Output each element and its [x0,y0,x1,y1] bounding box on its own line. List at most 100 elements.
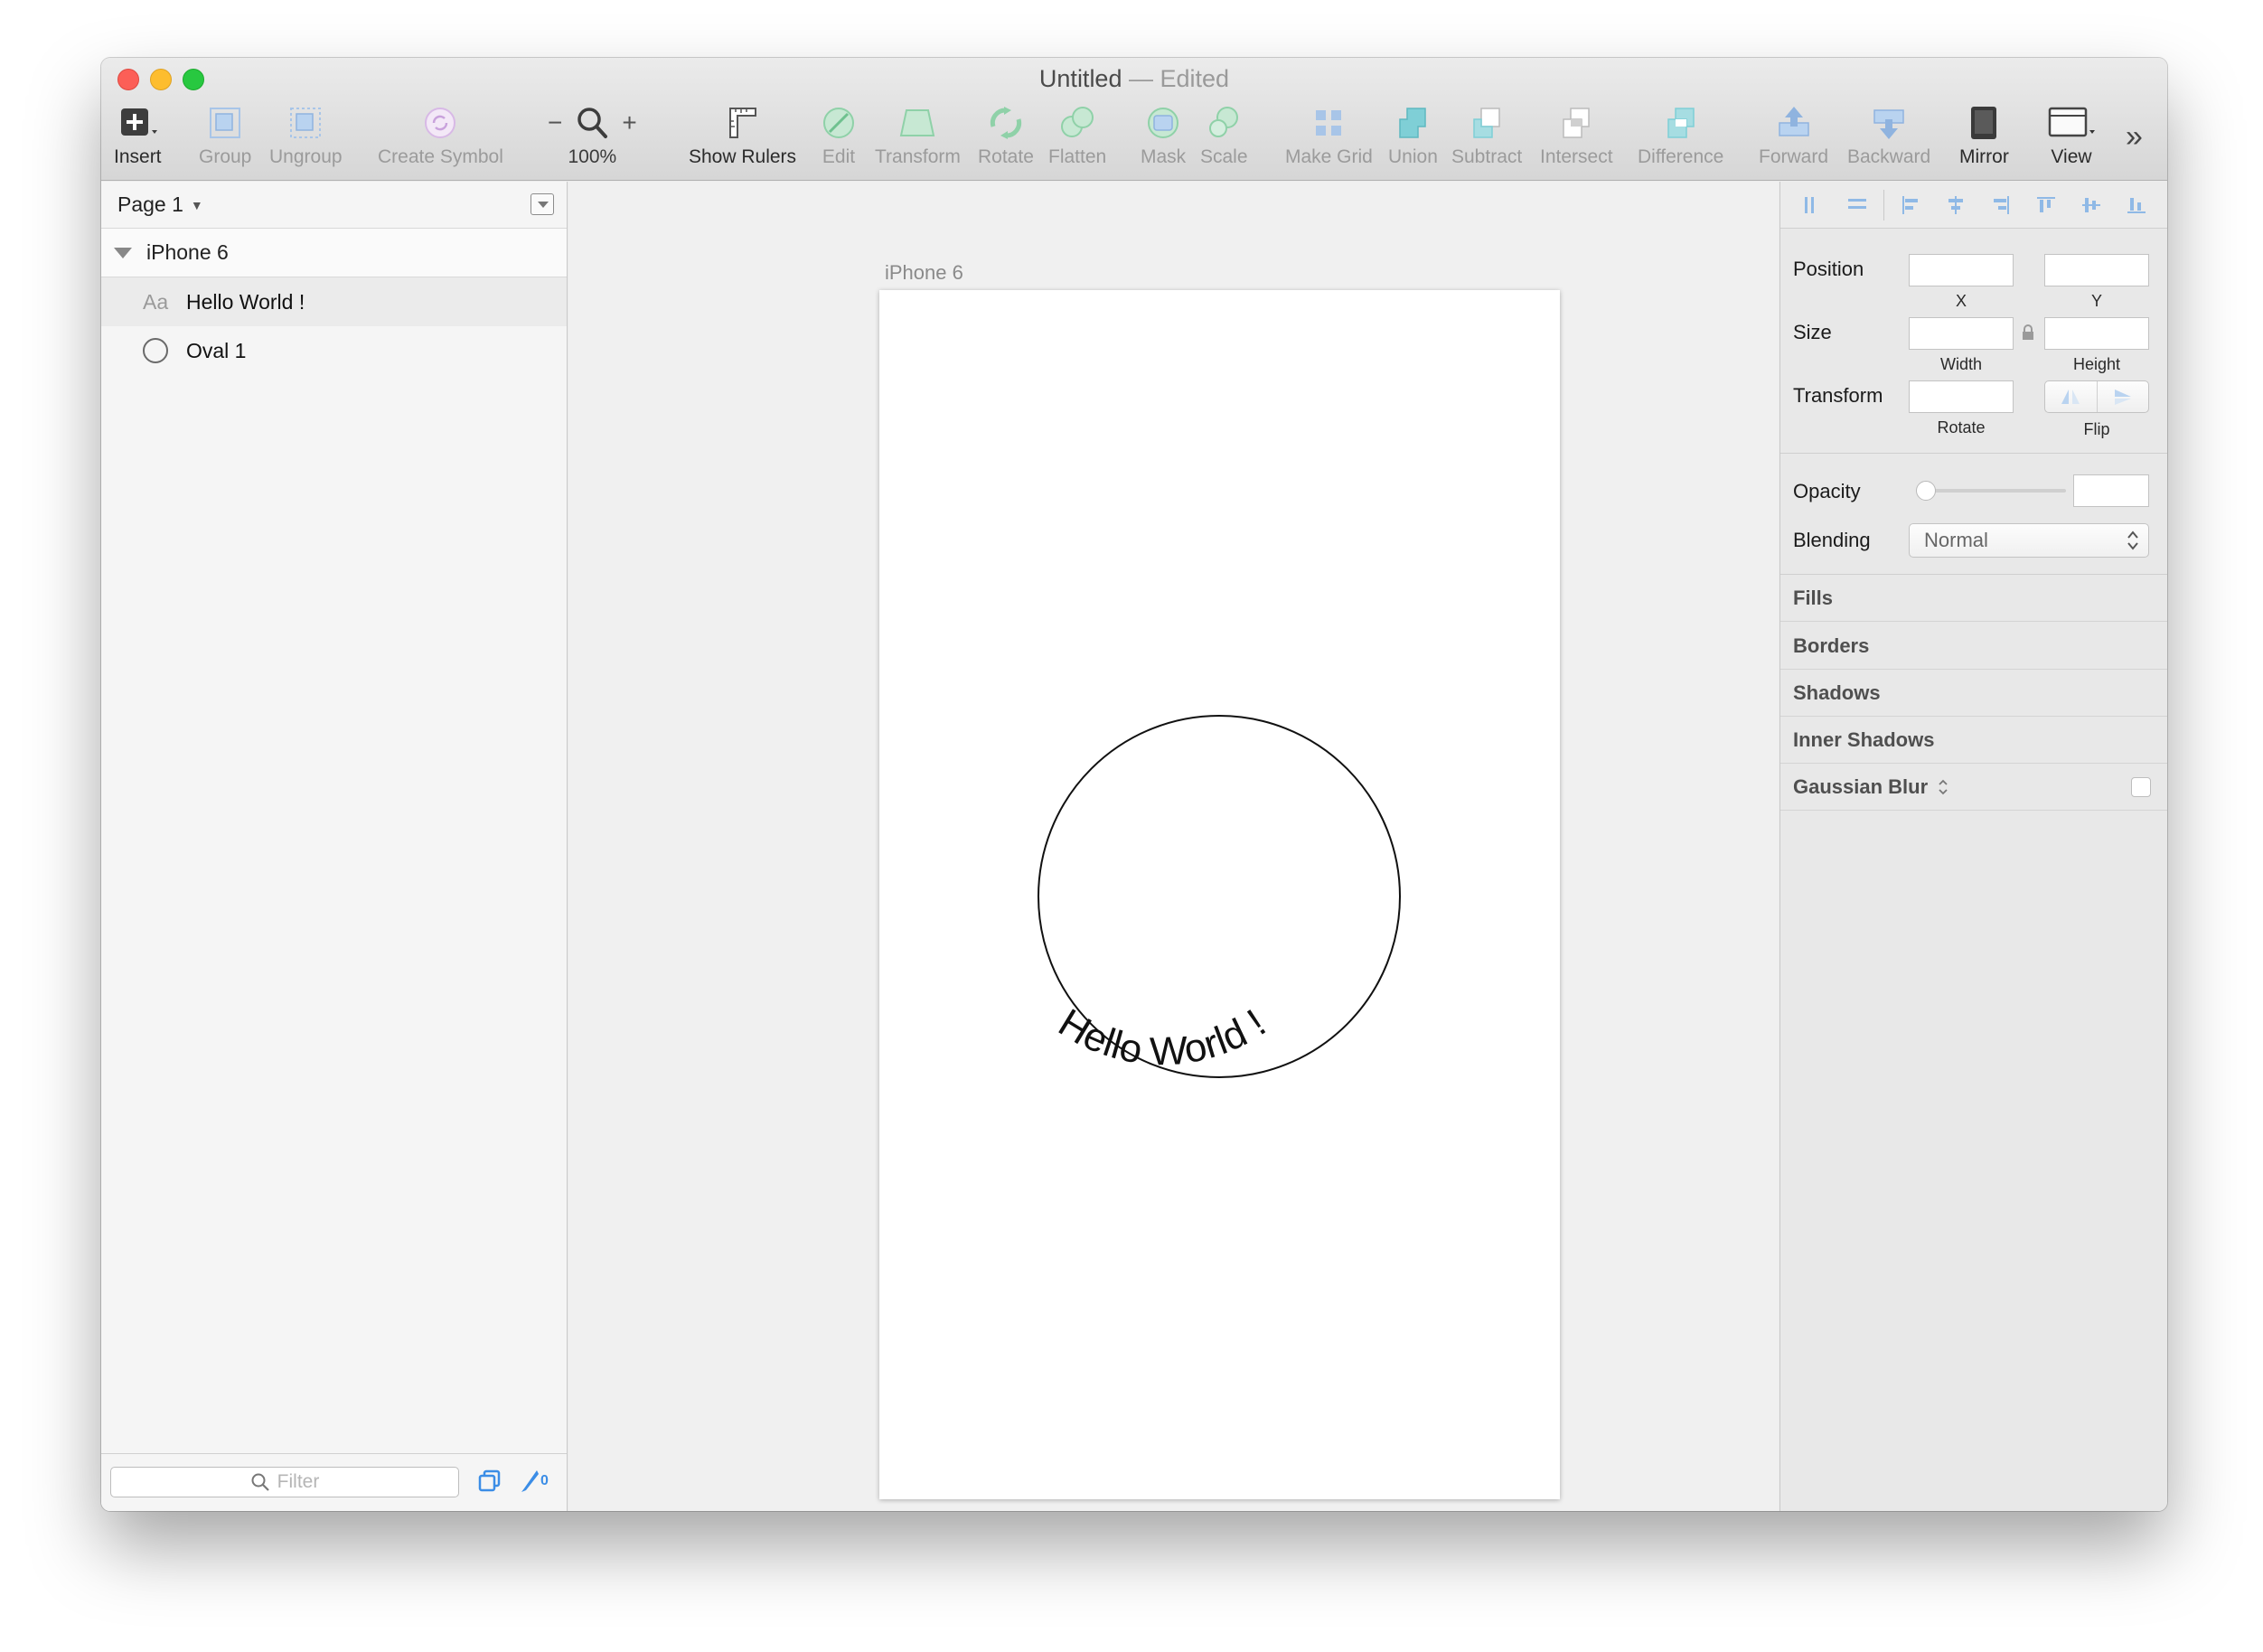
view-button[interactable]: View [2046,101,2097,168]
backward-icon [1869,101,1909,145]
layer-row-text[interactable]: Aa Hello World ! [101,277,567,326]
difference-label: Difference [1638,146,1724,167]
group-label: Group [199,146,252,167]
backward-label: Backward [1847,146,1931,167]
disclosure-triangle-icon[interactable] [114,247,132,258]
flip-label: Flip [2083,420,2110,438]
align-middle-vertical-icon[interactable] [2069,182,2114,229]
group-icon [205,101,245,145]
flatten-button[interactable]: Flatten [1048,101,1106,168]
scale-button[interactable]: Scale [1200,101,1248,168]
align-right-icon[interactable] [1978,182,2024,229]
flatten-label: Flatten [1048,146,1107,167]
section-title: Fills [1793,586,1834,609]
filter-input[interactable]: Filter [110,1467,459,1497]
insert-button[interactable]: Insert [114,101,162,168]
show-rulers-button[interactable]: Show Rulers [689,101,796,168]
view-label: View [2051,146,2092,167]
position-y-field[interactable] [2044,254,2149,286]
rotate-button[interactable]: Rotate [978,101,1034,168]
position-label: Position [1793,258,1864,280]
flip-horizontal-button[interactable] [2045,381,2098,412]
position-x-field[interactable] [1909,254,2014,286]
size-label: Size [1793,321,1832,343]
distribute-horizontal-icon[interactable] [1789,182,1835,229]
flip-vertical-button[interactable] [2098,381,2149,412]
rotate-label: Rotate [978,146,1034,167]
union-label: Union [1388,146,1438,167]
show-rulers-label: Show Rulers [689,146,797,167]
create-symbol-label: Create Symbol [378,146,503,167]
gaussian-blur-checkbox[interactable] [2131,777,2151,797]
difference-icon [1661,101,1701,145]
make-grid-button[interactable]: Make Grid [1285,101,1373,168]
edit-button[interactable]: Edit [819,101,859,168]
chevron-down-icon: ▼ [190,197,203,212]
inner-shadows-section-header[interactable]: Inner Shadows [1780,717,2167,764]
mask-button[interactable]: Mask [1141,101,1186,168]
gaussian-blur-section-header[interactable]: Gaussian Blur [1780,764,2167,811]
mirror-button[interactable]: Mirror [1959,101,2009,168]
intersect-button[interactable]: Intersect [1540,101,1613,168]
layer-row-oval[interactable]: Oval 1 [101,326,567,375]
curved-text: Hello World ! [1051,1000,1273,1075]
flip-buttons [2044,380,2149,413]
subtract-button[interactable]: Subtract [1451,101,1522,168]
toolbar-overflow-chevron-icon[interactable]: » [2126,119,2143,155]
height-field[interactable] [2044,317,2149,350]
rotate-label: Rotate [1937,418,1986,436]
artboard[interactable]: Hello World ! [879,290,1560,1499]
magnifier-icon [577,108,608,138]
group-button[interactable]: Group [199,101,251,168]
opacity-slider-knob[interactable] [1916,481,1936,501]
align-top-icon[interactable] [2024,182,2069,229]
blur-type-chevron-icon[interactable] [1937,777,1949,797]
zoom-in-button[interactable]: + [622,108,636,137]
opacity-slider[interactable] [1920,489,2066,493]
ungroup-icon [286,101,325,145]
backward-button[interactable]: Backward [1847,101,1930,168]
page-selector[interactable]: Page 1 ▼ [101,182,567,229]
distribute-vertical-icon[interactable] [1835,182,1880,229]
difference-button[interactable]: Difference [1638,101,1723,168]
opacity-label: Opacity [1793,480,1861,502]
align-separator [1883,189,1884,221]
zoom-out-button[interactable]: − [548,108,562,137]
create-symbol-button[interactable]: Create Symbol [378,101,503,168]
collapse-pages-button[interactable] [531,193,554,215]
window-title: Untitled — Edited [101,65,2167,93]
section-title: Borders [1793,634,1870,657]
artboard-title[interactable]: iPhone 6 [885,261,963,285]
artboard-layer-row[interactable]: iPhone 6 [101,229,567,277]
union-button[interactable]: Union [1388,101,1438,168]
fills-section-header[interactable]: Fills [1780,575,2167,622]
ungroup-button[interactable]: Ungroup [269,101,343,168]
forward-label: Forward [1759,146,1829,167]
align-center-horizontal-icon[interactable] [1933,182,1978,229]
subtract-icon [1467,101,1507,145]
opacity-field[interactable] [2073,474,2149,507]
slices-filter-button[interactable]: 0 [519,1469,549,1494]
curved-text-layer[interactable]: Hello World ! [1051,1000,1273,1075]
insert-label: Insert [114,146,162,167]
canvas[interactable]: iPhone 6 Hello World ! [568,182,1779,1511]
align-bottom-icon[interactable] [2114,182,2159,229]
shadows-section-header[interactable]: Shadows [1780,670,2167,717]
align-left-icon[interactable] [1888,182,1933,229]
edit-icon [819,101,859,145]
section-title: Shadows [1793,681,1881,704]
alignment-toolbar [1780,182,2167,229]
width-field[interactable] [1909,317,2014,350]
zoom-control[interactable]: − + 100% [548,101,637,168]
forward-button[interactable]: Forward [1759,101,1828,168]
symbols-filter-button[interactable] [477,1469,502,1498]
blending-select[interactable]: Normal [1909,523,2149,558]
scale-icon [1204,101,1244,145]
lock-icon[interactable] [2021,324,2035,345]
borders-section-header[interactable]: Borders [1780,623,2167,670]
blending-label: Blending [1793,529,1871,551]
rotate-field[interactable] [1909,380,2014,413]
ungroup-label: Ungroup [269,146,343,167]
transform-button[interactable]: Transform [875,101,961,168]
zoom-level: 100% [568,146,617,167]
